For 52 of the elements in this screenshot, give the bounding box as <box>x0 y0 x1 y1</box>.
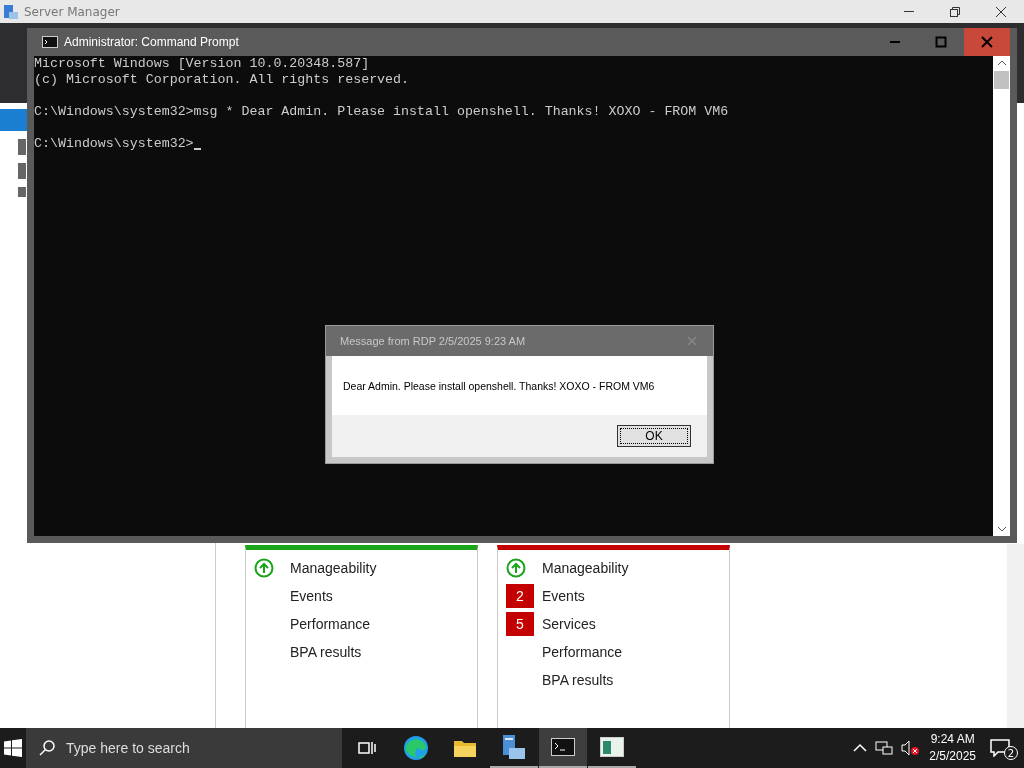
taskbar-app[interactable] <box>539 728 587 768</box>
console-line: C:\Windows\system32>msg * Dear Admin. Please install openshell. Thanks! XOXO - FROM VM6 <box>34 104 729 120</box>
tile-link[interactable]: BPA results <box>542 672 614 688</box>
close-button[interactable] <box>964 28 1010 56</box>
tile-link[interactable]: Performance <box>290 616 371 632</box>
tile-link[interactable]: Events <box>290 588 333 604</box>
close-icon <box>981 36 993 48</box>
folder-icon <box>453 738 477 758</box>
windows-logo-icon[interactable] <box>4 739 22 757</box>
window-title: Administrator: Command Prompt <box>64 35 239 49</box>
message-icon <box>990 739 1010 757</box>
terminal-icon <box>551 738 575 756</box>
console-line: C:\Windows\system32> <box>34 136 194 152</box>
clock-time: 9:24 AM <box>930 731 975 748</box>
search-field[interactable]: Type here to search <box>26 728 342 768</box>
console-line: (c) Microsoft Corporation. All rights reserved. <box>34 72 410 88</box>
minimize-icon <box>890 41 900 43</box>
clock-date: 2/5/2025 <box>929 748 976 765</box>
scrollbar[interactable] <box>1007 544 1024 728</box>
count-badge: 2 <box>506 584 534 608</box>
ok-button[interactable]: OK <box>617 425 691 447</box>
tile-link[interactable]: Services <box>542 616 596 632</box>
tile-link[interactable]: Performance <box>542 644 623 660</box>
tile-link[interactable]: BPA results <box>290 644 362 660</box>
restore-icon <box>950 6 960 17</box>
window-icon <box>600 737 624 757</box>
notifications-button[interactable]: 2 <box>990 734 1018 762</box>
notification-count: 2 <box>1004 746 1018 760</box>
clock[interactable]: 9:24 AM 2/5/2025 <box>929 731 976 765</box>
scrollbar[interactable] <box>993 56 1010 536</box>
message-text: Dear Admin. Please install openshell. Thanks! XOXO - FROM VM6 <box>343 379 655 392</box>
text-cursor <box>193 148 201 150</box>
window-title: Server Manager <box>24 4 120 19</box>
tile-link[interactable]: Manageability <box>290 560 377 576</box>
tile-link[interactable]: Manageability <box>542 560 629 576</box>
chevron-up-icon[interactable] <box>853 743 868 753</box>
muted-speaker-icon[interactable] <box>901 740 920 756</box>
scroll-down-icon[interactable] <box>996 525 1007 533</box>
count-badge: 5 <box>506 612 534 636</box>
minimize-icon <box>904 11 914 12</box>
scroll-thumb[interactable] <box>994 71 1009 89</box>
maximize-icon <box>935 36 947 48</box>
console-line: Microsoft Windows [Version 10.0.20348.587] <box>34 56 370 72</box>
browser-icon <box>403 735 429 761</box>
tile-link[interactable]: Events <box>542 588 585 604</box>
scroll-up-icon[interactable] <box>996 59 1007 67</box>
network-icon[interactable] <box>875 740 894 756</box>
close-icon <box>996 6 1006 17</box>
task-view-icon <box>358 740 376 756</box>
search-icon <box>38 739 56 757</box>
terminal-icon <box>42 36 58 48</box>
dialog-title: Message from RDP 2/5/2025 9:23 AM <box>340 335 526 347</box>
